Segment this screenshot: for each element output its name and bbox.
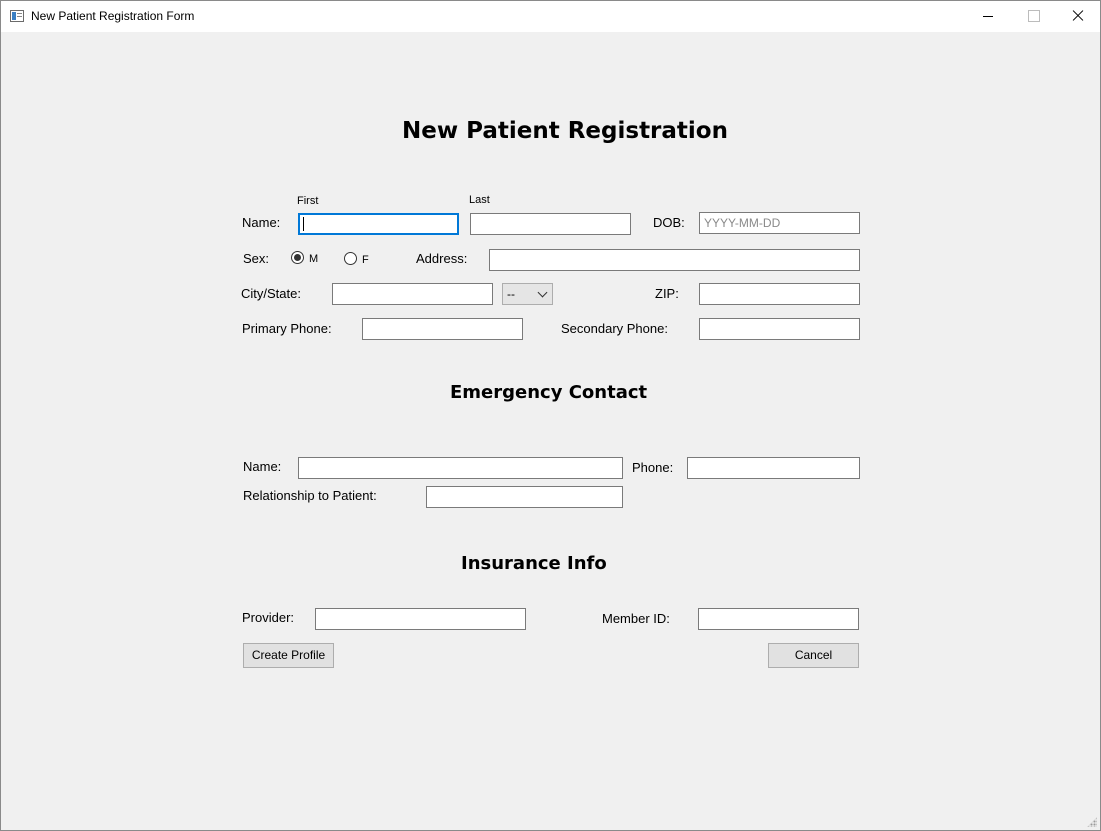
provider-input[interactable] (315, 608, 526, 630)
create-profile-button[interactable]: Create Profile (243, 643, 334, 668)
member-id-label: Member ID: (602, 611, 670, 626)
address-label: Address: (416, 251, 468, 266)
relationship-input[interactable] (426, 486, 623, 508)
sex-label: Sex: (243, 251, 270, 266)
radio-selected-dot (294, 254, 301, 261)
close-icon[interactable] (1055, 1, 1101, 32)
sex-radio-m[interactable] (291, 251, 304, 264)
minimize-icon[interactable] (965, 1, 1011, 32)
text-caret (303, 217, 304, 231)
dob-label: DOB: (653, 215, 685, 230)
sex-option-f-label: F (362, 254, 369, 266)
member-id-input[interactable] (698, 608, 859, 630)
primary-phone-input[interactable] (362, 318, 523, 340)
emergency-contact-heading: Emergency Contact (450, 382, 648, 403)
emergency-name-label: Name: (243, 459, 282, 474)
insurance-info-heading: Insurance Info (461, 553, 607, 574)
secondary-phone-input[interactable] (699, 318, 860, 340)
title-bar: New Patient Registration Form (1, 1, 1100, 32)
dob-input[interactable] (699, 212, 860, 234)
emergency-phone-input[interactable] (687, 457, 860, 479)
name-label: Name: (242, 215, 281, 230)
zip-input[interactable] (699, 283, 860, 305)
app-window-icon (10, 10, 24, 22)
maximize-icon[interactable] (1010, 1, 1056, 32)
window-title: New Patient Registration Form (31, 9, 195, 23)
city-state-label: City/State: (241, 286, 301, 301)
last-name-input[interactable] (470, 213, 631, 235)
page-title: New Patient Registration (402, 118, 728, 144)
secondary-phone-label: Secondary Phone: (561, 321, 668, 336)
cancel-button[interactable]: Cancel (768, 643, 859, 668)
first-name-input[interactable] (298, 213, 459, 235)
state-select-value: -- (507, 287, 515, 301)
state-select[interactable]: -- (502, 283, 553, 305)
resize-grip-icon[interactable] (1087, 817, 1097, 827)
last-name-caption: Last (469, 194, 490, 206)
emergency-name-input[interactable] (298, 457, 623, 479)
provider-label: Provider: (242, 610, 295, 625)
chevron-down-icon (537, 287, 548, 298)
sex-radio-f[interactable] (344, 252, 357, 265)
address-input[interactable] (489, 249, 860, 271)
app-window: New Patient Registration Form New Patien… (0, 0, 1101, 831)
sex-option-m-label: M (309, 253, 319, 265)
emergency-phone-label: Phone: (632, 460, 674, 475)
primary-phone-label: Primary Phone: (242, 321, 332, 336)
zip-label: ZIP: (655, 286, 679, 301)
relationship-label: Relationship to Patient: (243, 488, 377, 503)
first-name-caption: First (297, 195, 319, 207)
city-input[interactable] (332, 283, 493, 305)
